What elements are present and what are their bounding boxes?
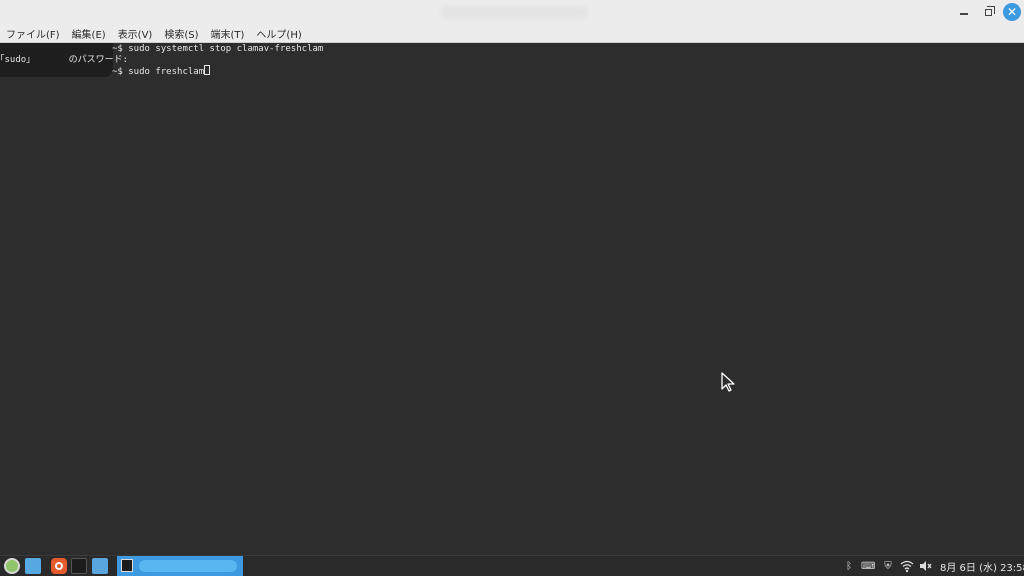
bluetooth-icon[interactable]: ᛒ [842,559,856,573]
terminal-scrollbar[interactable] [1018,43,1024,555]
restore-icon [984,5,995,16]
taskbar-window-terminal[interactable] [117,556,243,576]
redacted-username [34,55,62,67]
terminal-window-icon [121,559,133,572]
shield-icon[interactable]: ⛨ [881,559,895,573]
wifi-icon[interactable] [900,559,914,573]
firefox-icon[interactable] [51,558,67,574]
terminal-line-2: ｢sudo｣ のパスワード: [0,55,129,65]
window-titlebar: ✕ [0,0,1024,24]
keyboard-icon[interactable]: ⌨ [861,559,875,573]
clock[interactable]: 8月 6日 (水) 23:58 [940,559,1024,574]
menu-terminal[interactable]: 端末(T) [211,26,245,41]
files-icon[interactable] [25,558,41,574]
terminal-line-3-text: ~$ sudo freshclam [112,67,205,77]
minimize-button[interactable] [956,4,972,20]
maximize-button[interactable] [980,4,996,20]
close-icon: ✕ [1006,5,1018,19]
mouse-pointer-icon [721,372,735,392]
menu-search[interactable]: 検索(S) [164,26,198,41]
folder-icon[interactable] [92,558,108,574]
close-button[interactable]: ✕ [1003,3,1021,21]
taskbar: ᛒ ⌨ ⛨ 8月 6日 (水) 23:58 [0,555,1024,576]
volume-muted-icon[interactable] [918,559,932,573]
window-title [440,6,588,19]
terminal-view[interactable]: ~$ sudo systemctl stop clamav-freshclam … [0,43,1024,555]
mint-menu-icon[interactable] [4,558,20,574]
menu-bar: ファイル(F) 編集(E) 表示(V) 検索(S) 端末(T) ヘルプ(H) [0,24,1024,43]
menu-edit[interactable]: 編集(E) [72,26,106,41]
terminal-icon[interactable] [71,558,87,574]
terminal-line-1: ~$ sudo systemctl stop clamav-freshclam [112,44,324,54]
menu-view[interactable]: 表示(V) [118,26,153,41]
taskbar-window-title [139,560,237,572]
terminal-line-3: ~$ sudo freshclam [112,65,211,77]
text-cursor [204,65,211,75]
menu-file[interactable]: ファイル(F) [6,26,60,41]
menu-help[interactable]: ヘルプ(H) [256,26,301,41]
